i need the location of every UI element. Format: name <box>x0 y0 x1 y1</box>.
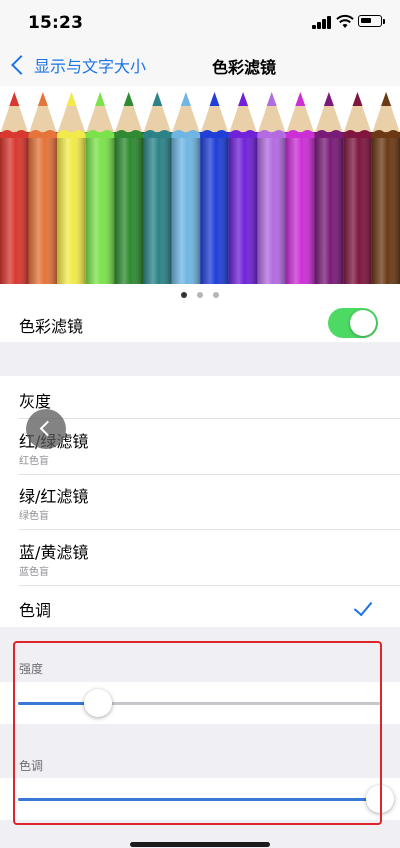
pencil-shade <box>228 132 258 284</box>
filter-subtitle: 红色盲 <box>19 456 49 467</box>
pencil-shade <box>143 132 172 284</box>
pencil-tip <box>180 92 191 106</box>
color-filter-preview[interactable] <box>0 86 400 284</box>
pencil-shade <box>28 132 58 284</box>
pencil-tip <box>266 92 277 106</box>
page-dot <box>181 292 187 298</box>
pencil-tip <box>238 92 249 106</box>
pencil-shade <box>314 132 344 284</box>
pencil-tip <box>66 92 77 106</box>
switch-knob <box>350 310 376 336</box>
filter-subtitle: 蓝色盲 <box>19 567 49 578</box>
pencil-tip <box>381 92 392 106</box>
pencil-shade <box>257 132 286 284</box>
page-dot <box>197 292 203 298</box>
pencil-tip <box>37 92 48 106</box>
filter-label: 绿/红滤镜 <box>19 487 89 506</box>
page-title: 色彩滤镜 <box>0 54 400 78</box>
color-filter-switch[interactable] <box>328 308 378 338</box>
pencil-shade <box>343 132 372 284</box>
status-time: 15:23 <box>28 13 84 33</box>
pencil-shade <box>57 132 86 284</box>
pencil-shade <box>200 132 229 284</box>
pencil-shade <box>114 132 143 284</box>
filter-option-grayscale[interactable] <box>0 376 400 418</box>
pencil-shade <box>171 132 201 284</box>
filter-subtitle: 绿色盲 <box>19 511 49 522</box>
pencil-shade <box>0 132 29 284</box>
filter-label: 蓝/黄滤镜 <box>19 543 89 562</box>
pencil-shade <box>85 132 115 284</box>
pencil-tip <box>295 92 306 106</box>
pencil-shade <box>371 132 400 284</box>
pencil-tip <box>123 92 134 106</box>
filter-option-color-tint[interactable] <box>0 586 400 627</box>
pencil-tip <box>323 92 334 106</box>
page-title-text: 色彩滤镜 <box>211 58 276 77</box>
pencil-tip <box>95 92 106 106</box>
highlight-annotation <box>13 641 382 825</box>
color-filter-toggle-label: 色彩滤镜 <box>19 317 84 336</box>
filter-label: 色调 <box>19 601 52 620</box>
cellular-signal-icon <box>312 16 332 29</box>
home-indicator <box>130 842 270 847</box>
pencils-image <box>0 92 400 284</box>
pencil-tip <box>152 92 163 106</box>
battery-cap <box>383 19 385 24</box>
pencil-tip <box>352 92 363 106</box>
pencil-tip <box>9 92 20 106</box>
page-dot <box>213 292 219 298</box>
wifi-icon <box>336 14 354 28</box>
battery-level <box>361 18 371 23</box>
pencil-shade <box>286 132 315 284</box>
pencil-tip <box>209 92 220 106</box>
